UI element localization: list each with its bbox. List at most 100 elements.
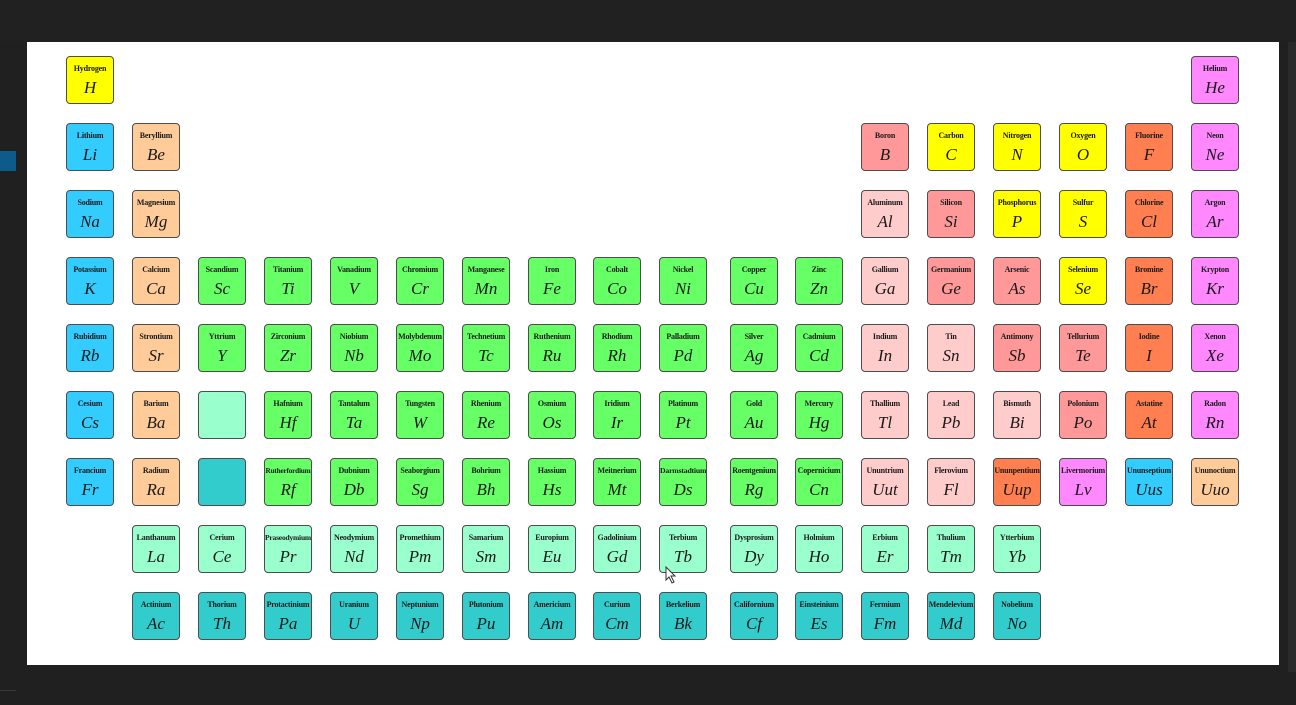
element-cell-hassium[interactable]: Hassium Hs — [528, 458, 576, 506]
element-cell-fermium[interactable]: Fermium Fm — [861, 592, 909, 640]
element-cell-uranium[interactable]: Uranium U — [330, 592, 378, 640]
element-cell-antimony[interactable]: Antimony Sb — [993, 324, 1041, 372]
element-cell-neodymium[interactable]: Neodymium Nd — [330, 525, 378, 573]
element-cell-hafnium[interactable]: Hafnium Hf — [264, 391, 312, 439]
element-cell-hydrogen[interactable]: Hydrogen H — [66, 56, 114, 104]
element-cell-francium[interactable]: Francium Fr — [66, 458, 114, 506]
element-cell-americium[interactable]: Americium Am — [528, 592, 576, 640]
element-cell-dubnium[interactable]: Dubnium Db — [330, 458, 378, 506]
element-cell-chromium[interactable]: Chromium Cr — [396, 257, 444, 305]
element-cell-manganese[interactable]: Manganese Mn — [462, 257, 510, 305]
element-cell-lithium[interactable]: Lithium Li — [66, 123, 114, 171]
element-cell-calcium[interactable]: Calcium Ca — [132, 257, 180, 305]
element-cell-bromine[interactable]: Bromine Br — [1125, 257, 1173, 305]
element-cell-potassium[interactable]: Potassium K — [66, 257, 114, 305]
element-cell-krypton[interactable]: Krypton Kr — [1191, 257, 1239, 305]
element-cell-nitrogen[interactable]: Nitrogen N — [993, 123, 1041, 171]
element-cell-copernicium[interactable]: Copernicium Cn — [795, 458, 843, 506]
element-cell-tellurium[interactable]: Tellurium Te — [1059, 324, 1107, 372]
element-cell-nickel[interactable]: Nickel Ni — [659, 257, 707, 305]
element-cell-lanthanum[interactable]: Lanthanum La — [132, 525, 180, 573]
element-cell-californium[interactable]: Californium Cf — [730, 592, 778, 640]
element-cell-sodium[interactable]: Sodium Na — [66, 190, 114, 238]
element-cell-magnesium[interactable]: Magnesium Mg — [132, 190, 180, 238]
element-cell-neon[interactable]: Neon Ne — [1191, 123, 1239, 171]
element-cell-tantalum[interactable]: Tantalum Ta — [330, 391, 378, 439]
element-cell-neptunium[interactable]: Neptunium Np — [396, 592, 444, 640]
element-cell-flerovium[interactable]: Flerovium Fl — [927, 458, 975, 506]
element-cell-selenium[interactable]: Selenium Se — [1059, 257, 1107, 305]
element-cell-arsenic[interactable]: Arsenic As — [993, 257, 1041, 305]
element-cell-radon[interactable]: Radon Rn — [1191, 391, 1239, 439]
element-cell-yttrium[interactable]: Yttrium Y — [198, 324, 246, 372]
element-cell-boron[interactable]: Boron B — [861, 123, 909, 171]
element-cell-gold[interactable]: Gold Au — [730, 391, 778, 439]
element-cell-ununtrium[interactable]: Ununtrium Uut — [861, 458, 909, 506]
element-cell-samarium[interactable]: Samarium Sm — [462, 525, 510, 573]
element-cell-rhenium[interactable]: Rhenium Re — [462, 391, 510, 439]
element-cell-chlorine[interactable]: Chlorine Cl — [1125, 190, 1173, 238]
element-cell-sulfur[interactable]: Sulfur S — [1059, 190, 1107, 238]
element-cell-promethium[interactable]: Promethium Pm — [396, 525, 444, 573]
element-cell-astatine[interactable]: Astatine At — [1125, 391, 1173, 439]
element-cell-palladium[interactable]: Palladium Pd — [659, 324, 707, 372]
element-cell-iron[interactable]: Iron Fe — [528, 257, 576, 305]
element-cell-praseodymium[interactable]: Praseodymium Pr — [264, 525, 312, 573]
element-cell-bismuth[interactable]: Bismuth Bi — [993, 391, 1041, 439]
element-cell-rubidium[interactable]: Rubidium Rb — [66, 324, 114, 372]
element-cell-tin[interactable]: Tin Sn — [927, 324, 975, 372]
element-cell-cadmium[interactable]: Cadmium Cd — [795, 324, 843, 372]
element-cell-lanthanide-placeholder[interactable] — [198, 391, 246, 439]
element-cell-helium[interactable]: Helium He — [1191, 56, 1239, 104]
element-cell-nobelium[interactable]: Nobelium No — [993, 592, 1041, 640]
element-cell-actinium[interactable]: Actinium Ac — [132, 592, 180, 640]
side-panel-tab[interactable] — [0, 151, 16, 171]
element-cell-zinc[interactable]: Zinc Zn — [795, 257, 843, 305]
element-cell-ruthenium[interactable]: Ruthenium Ru — [528, 324, 576, 372]
element-cell-cobalt[interactable]: Cobalt Co — [593, 257, 641, 305]
element-cell-cerium[interactable]: Cerium Ce — [198, 525, 246, 573]
element-cell-protactinium[interactable]: Protactinium Pa — [264, 592, 312, 640]
element-cell-niobium[interactable]: Niobium Nb — [330, 324, 378, 372]
element-cell-seaborgium[interactable]: Seaborgium Sg — [396, 458, 444, 506]
element-cell-darmstadtium[interactable]: Darmstadtium Ds — [659, 458, 707, 506]
element-cell-lead[interactable]: Lead Pb — [927, 391, 975, 439]
element-cell-tungsten[interactable]: Tungsten W — [396, 391, 444, 439]
element-cell-gadolinium[interactable]: Gadolinium Gd — [593, 525, 641, 573]
element-cell-copper[interactable]: Copper Cu — [730, 257, 778, 305]
element-cell-rhodium[interactable]: Rhodium Rh — [593, 324, 641, 372]
element-cell-ununseptium[interactable]: Ununseptium Uus — [1125, 458, 1173, 506]
element-cell-xenon[interactable]: Xenon Xe — [1191, 324, 1239, 372]
element-cell-ytterbium[interactable]: Ytterbium Yb — [993, 525, 1041, 573]
element-cell-berkelium[interactable]: Berkelium Bk — [659, 592, 707, 640]
element-cell-ununoctium[interactable]: Ununoctium Uuo — [1191, 458, 1239, 506]
element-cell-holmium[interactable]: Holmium Ho — [795, 525, 843, 573]
element-cell-gallium[interactable]: Gallium Ga — [861, 257, 909, 305]
element-cell-aluminum[interactable]: Aluminum Al — [861, 190, 909, 238]
element-cell-osmium[interactable]: Osmium Os — [528, 391, 576, 439]
element-cell-thorium[interactable]: Thorium Th — [198, 592, 246, 640]
element-cell-strontium[interactable]: Strontium Sr — [132, 324, 180, 372]
element-cell-roentgenium[interactable]: Roentgenium Rg — [730, 458, 778, 506]
element-cell-beryllium[interactable]: Beryllium Be — [132, 123, 180, 171]
element-cell-silicon[interactable]: Silicon Si — [927, 190, 975, 238]
element-cell-ununpentium[interactable]: Ununpentium Uup — [993, 458, 1041, 506]
element-cell-platinum[interactable]: Platinum Pt — [659, 391, 707, 439]
element-cell-thulium[interactable]: Thulium Tm — [927, 525, 975, 573]
element-cell-mercury[interactable]: Mercury Hg — [795, 391, 843, 439]
element-cell-livermorium[interactable]: Livermorium Lv — [1059, 458, 1107, 506]
element-cell-indium[interactable]: Indium In — [861, 324, 909, 372]
element-cell-radium[interactable]: Radium Ra — [132, 458, 180, 506]
element-cell-cesium[interactable]: Cesium Cs — [66, 391, 114, 439]
element-cell-thallium[interactable]: Thallium Tl — [861, 391, 909, 439]
element-cell-iodine[interactable]: Iodine I — [1125, 324, 1173, 372]
element-cell-fluorine[interactable]: Fluorine F — [1125, 123, 1173, 171]
element-cell-iridium[interactable]: Iridium Ir — [593, 391, 641, 439]
element-cell-einsteinium[interactable]: Einsteinium Es — [795, 592, 843, 640]
element-cell-curium[interactable]: Curium Cm — [593, 592, 641, 640]
element-cell-rutherfordium[interactable]: Rutherfordium Rf — [264, 458, 312, 506]
element-cell-meitnerium[interactable]: Meitnerium Mt — [593, 458, 641, 506]
element-cell-carbon[interactable]: Carbon C — [927, 123, 975, 171]
element-cell-dysprosium[interactable]: Dysprosium Dy — [730, 525, 778, 573]
element-cell-actinide-placeholder[interactable] — [198, 458, 246, 506]
